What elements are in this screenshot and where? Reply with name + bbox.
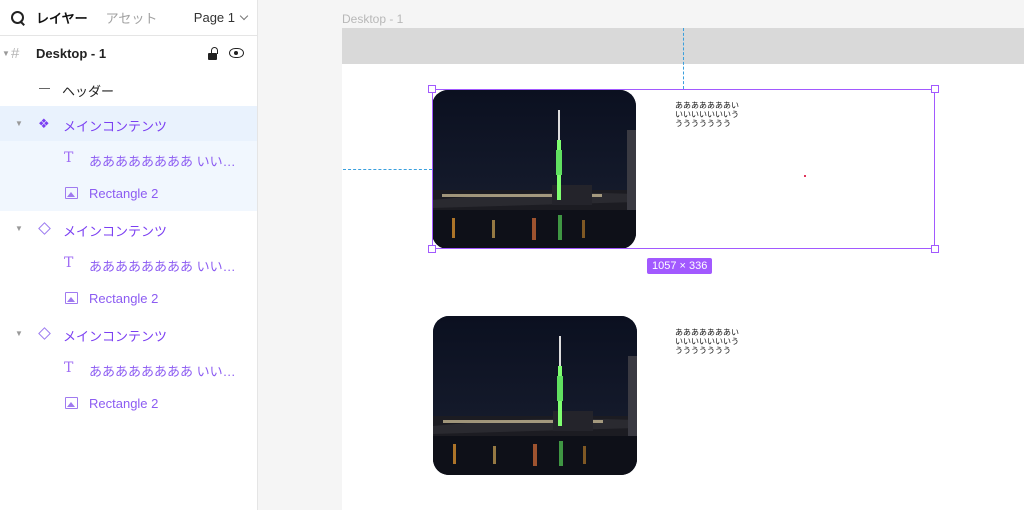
tab-assets[interactable]: アセット	[106, 8, 158, 27]
layer-text[interactable]: T ああああああああ いいいい...	[0, 246, 257, 281]
frame-title[interactable]: Desktop - 1	[342, 12, 403, 26]
layer-label: メインコンテンツ	[63, 224, 168, 239]
layer-header[interactable]: ヘッダー	[0, 71, 257, 106]
page-select-label: Page 1	[193, 10, 235, 25]
caret-icon[interactable]: ▼	[2, 49, 10, 58]
eye-icon[interactable]	[229, 48, 244, 58]
caret-icon[interactable]: ▼	[15, 329, 23, 338]
caret-icon[interactable]: ▼	[15, 224, 23, 233]
image-icon	[65, 292, 78, 304]
layer-label: Desktop - 1	[36, 46, 107, 61]
layer-image[interactable]: Rectangle 2	[0, 281, 257, 316]
design-app: レイヤー アセット Page 1 ▼ # Desktop - 1 ヘッダー ▼ …	[0, 0, 1024, 510]
layer-frame-desktop[interactable]: ▼ # Desktop - 1	[0, 36, 257, 71]
layer-text[interactable]: T ああああああああ いいいい...	[0, 141, 257, 176]
image-icon	[65, 187, 78, 199]
layer-label: Rectangle 2	[89, 186, 159, 201]
layer-main-content-component[interactable]: ▼ ❖ メインコンテンツ	[0, 106, 257, 141]
lock-icon[interactable]	[208, 47, 218, 60]
layer-main-content-instance[interactable]: ▼ メインコンテンツ	[0, 211, 257, 246]
instance-icon	[38, 327, 51, 340]
layer-label: ああああああああ いいいい...	[89, 259, 244, 274]
image-icon	[65, 397, 78, 409]
spacing-guide-vertical	[683, 28, 684, 89]
resize-handle-se[interactable]	[931, 245, 939, 253]
dash-icon	[39, 88, 50, 89]
layer-label: ああああああああ いいいい...	[89, 154, 244, 169]
photo-skytree[interactable]	[433, 316, 637, 475]
chevron-down-icon	[239, 11, 249, 21]
layer-label: Rectangle 2	[89, 291, 159, 306]
resize-handle-ne[interactable]	[931, 85, 939, 93]
search-icon[interactable]	[10, 10, 26, 26]
instance-icon	[38, 222, 51, 235]
layer-label: ヘッダー	[62, 84, 115, 99]
layer-image[interactable]: Rectangle 2	[0, 176, 257, 211]
resize-handle-sw[interactable]	[428, 245, 436, 253]
spacing-guide-horizontal	[343, 169, 432, 170]
text-icon: T	[64, 360, 74, 376]
text-icon: T	[64, 255, 74, 271]
resize-handle-nw[interactable]	[428, 85, 436, 93]
size-badge: 1057 × 336	[647, 258, 713, 274]
sidebar-topbar: レイヤー アセット Page 1	[0, 0, 257, 36]
page-select[interactable]: Page 1	[193, 10, 249, 25]
component-icon: ❖	[38, 116, 50, 131]
night-city-image	[433, 316, 637, 475]
caret-icon[interactable]: ▼	[15, 119, 23, 128]
design-canvas[interactable]: Desktop - 1 あああああああいいいいいいいいうううううううう ああああ…	[259, 0, 1024, 510]
card-text[interactable]: あああああああいいいいいいいいうううううううう	[675, 328, 741, 355]
layer-label: メインコンテンツ	[63, 329, 168, 344]
tab-layers[interactable]: レイヤー	[36, 8, 88, 27]
layers-sidebar: レイヤー アセット Page 1 ▼ # Desktop - 1 ヘッダー ▼ …	[0, 0, 258, 510]
layer-label: Rectangle 2	[89, 396, 159, 411]
layer-main-content-instance[interactable]: ▼ メインコンテンツ	[0, 316, 257, 351]
layer-label: ああああああああ いいいい...	[89, 364, 244, 379]
text-icon: T	[64, 150, 74, 166]
layer-label: メインコンテンツ	[63, 119, 168, 134]
selection-box[interactable]	[428, 85, 939, 253]
cursor-dot	[804, 175, 806, 177]
layer-text[interactable]: T ああああああああ いいいい...	[0, 351, 257, 386]
layer-image[interactable]: Rectangle 2	[0, 386, 257, 421]
frame-icon: #	[11, 45, 20, 62]
